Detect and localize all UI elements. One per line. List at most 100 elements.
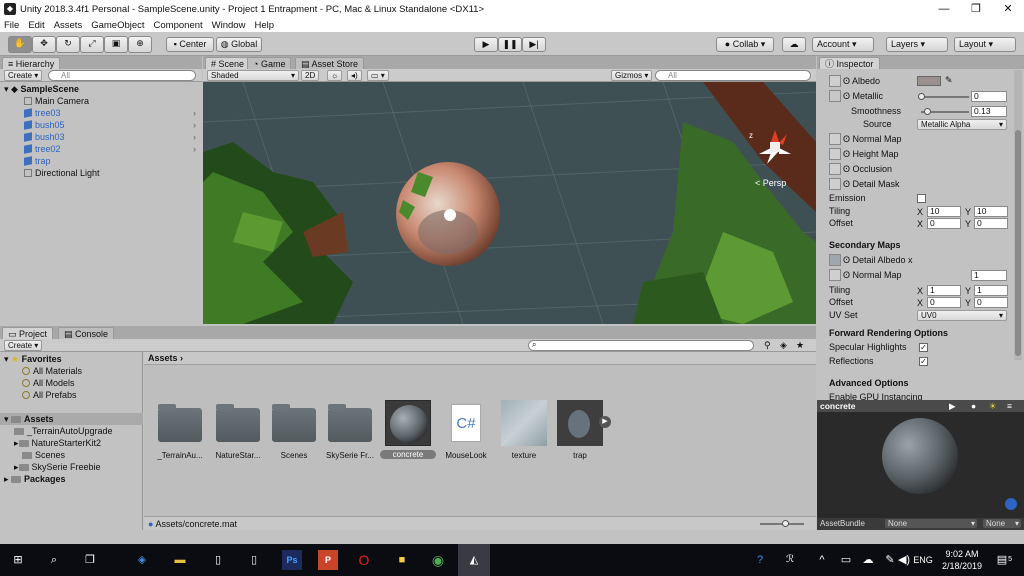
normal-map-slot[interactable] bbox=[829, 133, 841, 145]
asset-item[interactable]: C# MouseLook bbox=[436, 400, 496, 470]
audio-toggle[interactable]: ◂) bbox=[347, 70, 362, 81]
expand-arrow-icon[interactable]: ▶ bbox=[599, 416, 611, 428]
cloud-button[interactable]: ☁ bbox=[782, 37, 806, 52]
prefab-open-arrow-icon[interactable]: › bbox=[193, 107, 196, 119]
rotate-tool-button[interactable]: ↻ bbox=[56, 36, 80, 53]
effects-dropdown[interactable]: ▭ ▾ bbox=[367, 70, 389, 81]
shading-mode-dropdown[interactable]: Shaded ▾ bbox=[207, 70, 299, 81]
asset-item-selected[interactable]: concrete bbox=[378, 400, 438, 470]
asset-item[interactable]: NatureStar... bbox=[208, 400, 268, 470]
move-tool-button[interactable]: ✥ bbox=[32, 36, 56, 53]
dropbox-button[interactable]: ◈ bbox=[132, 550, 152, 570]
asset-item[interactable]: Scenes bbox=[264, 400, 324, 470]
offset2-x-field[interactable]: 0 bbox=[927, 297, 961, 308]
tab-asset-store[interactable]: ▤ Asset Store bbox=[295, 57, 365, 69]
layers-dropdown[interactable]: Layers ▾ bbox=[886, 37, 948, 52]
favorite-item[interactable]: All Materials bbox=[0, 365, 143, 377]
hierarchy-search-input[interactable]: All bbox=[48, 70, 196, 81]
prefab-open-arrow-icon[interactable]: › bbox=[193, 119, 196, 131]
asset-folder-item[interactable]: Scenes bbox=[0, 449, 143, 461]
favorite-star-icon[interactable]: ★ bbox=[796, 340, 804, 351]
language-indicator[interactable]: ENG bbox=[910, 550, 936, 570]
specular-highlights-checkbox[interactable]: ✓ bbox=[919, 343, 928, 352]
asset-bundle-dropdown[interactable]: None ▾ bbox=[885, 519, 977, 528]
rect-tool-button[interactable]: ▣ bbox=[104, 36, 128, 53]
detail-albedo-slot[interactable] bbox=[829, 254, 841, 266]
offset-y-field[interactable]: 0 bbox=[974, 218, 1008, 229]
hierarchy-item[interactable]: bush05 › bbox=[0, 119, 202, 131]
preview-menu-icon[interactable]: ≡ bbox=[1007, 400, 1012, 412]
assets-root[interactable]: ▾ Assets bbox=[0, 413, 143, 425]
onedrive-button[interactable]: ☁ bbox=[858, 550, 878, 570]
clock[interactable]: 9:02 AM 2/18/2019 bbox=[938, 548, 986, 572]
asset-folder-item[interactable]: ▸ NatureStarterKit2 bbox=[0, 437, 143, 449]
favorite-item[interactable]: All Prefabs bbox=[0, 389, 143, 401]
albedo-texture-slot[interactable] bbox=[829, 75, 841, 87]
persp-label[interactable]: < Persp bbox=[755, 178, 786, 188]
uv-set-dropdown[interactable]: UV0 ▾ bbox=[917, 310, 1007, 321]
menu-gameobject[interactable]: GameObject bbox=[91, 20, 144, 31]
hierarchy-item[interactable]: Directional Light bbox=[0, 167, 202, 179]
hierarchy-item[interactable]: tree02 › bbox=[0, 143, 202, 155]
project-search-input[interactable] bbox=[528, 340, 754, 351]
project-create-button[interactable]: Create ▾ bbox=[4, 340, 43, 351]
tab-project[interactable]: ▭ Project bbox=[2, 327, 54, 339]
packages-root[interactable]: ▸ Packages bbox=[0, 473, 143, 485]
file-explorer-button[interactable]: ▬ bbox=[170, 550, 190, 570]
2d-toggle[interactable]: 2D bbox=[301, 70, 320, 81]
eyedropper-icon[interactable]: ✎ bbox=[945, 75, 953, 86]
pause-button[interactable]: ❚❚ bbox=[498, 37, 522, 52]
prefab-open-arrow-icon[interactable]: › bbox=[193, 131, 196, 143]
hand-tool-button[interactable]: ✋ bbox=[8, 36, 32, 53]
unity-taskbar-button[interactable]: ◭ bbox=[458, 544, 490, 576]
tab-inspector[interactable]: ⓘ Inspector bbox=[819, 57, 880, 69]
gizmos-dropdown[interactable]: Gizmos ▾ bbox=[611, 70, 653, 81]
asset-label-icon[interactable] bbox=[1005, 498, 1017, 510]
preview-light-icon[interactable]: ☀ bbox=[989, 400, 997, 412]
lighting-toggle[interactable]: ☼ bbox=[327, 70, 343, 81]
prefab-open-arrow-icon[interactable]: › bbox=[193, 143, 196, 155]
preview-sphere-icon[interactable]: ● bbox=[971, 400, 976, 412]
asset-folder-item[interactable]: _TerrainAutoUpgrade bbox=[0, 425, 143, 437]
sticky-notes-button[interactable]: ■ bbox=[392, 550, 412, 570]
battery-button[interactable]: ▭ bbox=[836, 550, 856, 570]
hierarchy-item[interactable]: bush03 › bbox=[0, 131, 202, 143]
normal-map2-slot[interactable] bbox=[829, 269, 841, 281]
tab-game[interactable]: ◔ Game bbox=[247, 57, 292, 69]
opera-button[interactable]: O bbox=[354, 550, 374, 570]
hierarchy-item[interactable]: tree03 › bbox=[0, 107, 202, 119]
metallic-slider-track[interactable] bbox=[921, 96, 969, 98]
menu-help[interactable]: Help bbox=[254, 20, 274, 31]
thumbnail-size-knob[interactable] bbox=[782, 520, 789, 527]
asset-item[interactable]: SkySerie Fr... bbox=[320, 400, 380, 470]
offset2-y-field[interactable]: 0 bbox=[974, 297, 1008, 308]
asset-item[interactable]: ▶ trap bbox=[550, 400, 611, 470]
action-center-button[interactable]: ▤ 5 bbox=[992, 550, 1012, 570]
menu-edit[interactable]: Edit bbox=[28, 20, 44, 31]
menu-assets[interactable]: Assets bbox=[54, 20, 83, 31]
transform-tool-button[interactable]: ⊕ bbox=[128, 36, 152, 53]
occlusion-slot[interactable] bbox=[829, 163, 841, 175]
preview-play-icon[interactable]: ▶ bbox=[949, 400, 956, 412]
hierarchy-create-button[interactable]: Create ▾ bbox=[4, 70, 43, 81]
emission-checkbox[interactable] bbox=[917, 194, 926, 203]
scale-tool-button[interactable]: ⤢ bbox=[80, 36, 104, 53]
tiling2-x-field[interactable]: 1 bbox=[927, 285, 961, 296]
metallic-value-field[interactable]: 0 bbox=[971, 91, 1007, 102]
photoshop-button[interactable]: Ps bbox=[282, 550, 302, 570]
preview-render[interactable] bbox=[817, 412, 1024, 518]
tiling2-y-field[interactable]: 1 bbox=[974, 285, 1008, 296]
scene-viewport[interactable]: z < Persp bbox=[203, 82, 816, 324]
close-button[interactable]: ✕ bbox=[992, 0, 1024, 18]
menu-window[interactable]: Window bbox=[212, 20, 246, 31]
blank-file-button[interactable]: ▯ bbox=[244, 550, 264, 570]
maximize-button[interactable]: ❐ bbox=[960, 0, 992, 18]
scene-search-input[interactable]: All bbox=[655, 70, 811, 81]
account-dropdown[interactable]: Account ▾ bbox=[812, 37, 874, 52]
tab-scene[interactable]: # Scene bbox=[205, 57, 251, 69]
favorite-item[interactable]: All Models bbox=[0, 377, 143, 389]
filter-type-icon[interactable]: ⚲ bbox=[764, 340, 771, 351]
metallic-slider-knob[interactable] bbox=[918, 93, 925, 100]
tiling-x-field[interactable]: 10 bbox=[927, 206, 961, 217]
pivot-center-button[interactable]: ▪ Center bbox=[166, 37, 214, 52]
